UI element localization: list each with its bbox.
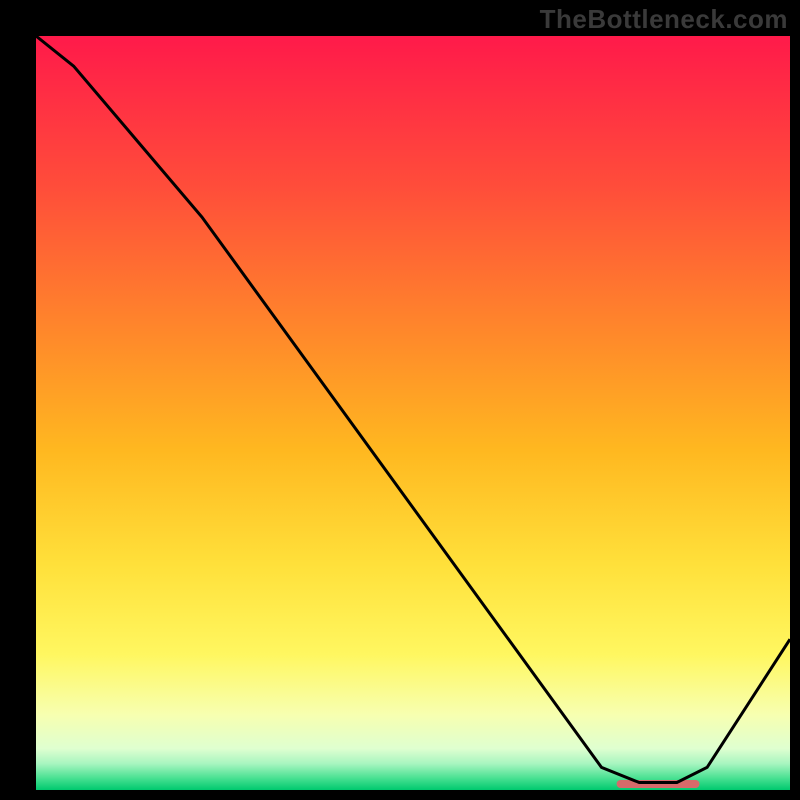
heat-background [36,36,790,790]
chart-svg [36,36,790,790]
chart-plot-area [36,36,790,790]
watermark-text: TheBottleneck.com [540,4,788,35]
chart-frame: TheBottleneck.com [0,0,800,800]
